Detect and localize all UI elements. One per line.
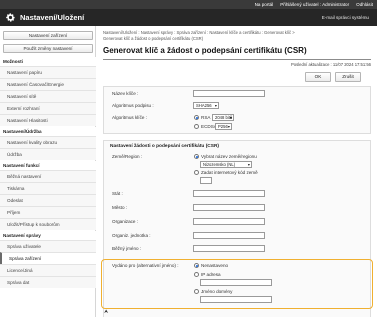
ecdsa-curve-select[interactable]: P256 xyxy=(215,123,232,130)
sidebar-item-common[interactable]: Běžná nastavení xyxy=(0,170,96,182)
signature-alg-select[interactable]: SHA256 xyxy=(193,102,219,109)
app-title: Nastavení/Uložení xyxy=(20,13,85,22)
common-name-label: Běžný jméno : xyxy=(112,246,142,251)
rsa-label: RSA xyxy=(201,115,211,120)
sidebar-item-license[interactable]: Licence/Jiná xyxy=(0,264,96,276)
sidebar-item-external-interface[interactable]: Externí rozhraní xyxy=(0,102,96,114)
sidebar-item-store-access[interactable]: Uložit/Přístup k souborům xyxy=(0,218,96,230)
logout-link[interactable]: Odhlásit xyxy=(356,2,373,7)
gear-icon xyxy=(6,13,15,22)
scroll-top-icon[interactable]: ⮝ xyxy=(104,309,108,315)
last-update: Poslední aktualizace : 11/07 2024 17:51:… xyxy=(290,62,371,67)
city-input[interactable] xyxy=(193,204,265,211)
internet-code-input[interactable] xyxy=(200,177,212,184)
common-name-input[interactable] xyxy=(193,245,265,252)
sidebar-item-user-management[interactable]: Správa uživatele xyxy=(0,240,96,252)
logged-user: Přihlášený uživatel : Administrator xyxy=(280,2,350,7)
country-select[interactable]: Nizozemsko (NL) xyxy=(200,161,252,168)
sidebar-item-network[interactable]: Nastavení sítě xyxy=(0,90,96,102)
sidebar-item-image-quality[interactable]: Nastavení kvality obrazu xyxy=(0,136,96,148)
sidebar-item-printer[interactable]: Tiskárna xyxy=(0,182,96,194)
main-content: Nastavení/Uložení : Nastavení správy : S… xyxy=(97,26,377,317)
state-label: Stát : xyxy=(112,191,123,196)
title-bar: Nastavení/Uložení E-mail správci systému xyxy=(0,9,377,26)
sidebar-item-paper[interactable]: Nastavení papíru xyxy=(0,66,96,78)
internet-code-label: Zadat internetový kód země xyxy=(201,170,258,175)
ecdsa-radio[interactable] xyxy=(194,124,199,129)
sidebar-item-receive[interactable]: Příjem xyxy=(0,206,96,218)
device-settings-button[interactable]: Nastavení zařízení xyxy=(3,31,93,40)
organization-label: Organizace : xyxy=(112,219,139,224)
country-label: Země/Region : xyxy=(112,154,143,159)
sidebar-item-timer-energy[interactable]: Nastavení Časovač/Energie xyxy=(0,78,96,90)
key-settings-panel: Název klíče : Algoritmus podpisu : SHA25… xyxy=(103,86,371,134)
apply-changes-button[interactable]: Použít změny nastavení xyxy=(3,44,93,53)
key-name-label: Název klíče : xyxy=(112,91,139,96)
breadcrumb: Nastavení/Uložení : Nastavení správy : S… xyxy=(103,30,295,35)
title-divider xyxy=(103,59,371,60)
signature-alg-label: Algoritmus podpisu : xyxy=(112,103,154,108)
select-country-radio[interactable] xyxy=(194,154,199,159)
rsa-radio[interactable] xyxy=(194,115,199,120)
city-label: Město : xyxy=(112,205,128,210)
key-alg-label: Algoritmus klíče : xyxy=(112,115,147,120)
sidebar-item-send[interactable]: Odeslat xyxy=(0,194,96,206)
sidebar-item-data-management[interactable]: Správa dat xyxy=(0,276,96,288)
email-admin-link[interactable]: E-mail správci systému xyxy=(322,15,369,20)
org-unit-label: Organiz. jednotka : xyxy=(112,233,151,238)
sidebar-item-maintenance[interactable]: Údržba xyxy=(0,148,96,160)
sidebar-section-maintenance: Nastavení/Údržba xyxy=(0,127,96,136)
cancel-button[interactable]: Zrušit xyxy=(335,72,361,82)
portal-link[interactable]: Na portál xyxy=(255,2,274,7)
sidebar-section-options: Možnosti xyxy=(0,57,96,66)
sidebar-item-device-management[interactable]: Správa zařízení xyxy=(0,252,96,264)
csr-section-title: Nastavení žádosti o podepsání certifikát… xyxy=(110,144,220,149)
internet-code-radio[interactable] xyxy=(194,170,199,175)
breadcrumb-current: Generovat klíč a žádost o podepsání cert… xyxy=(103,36,204,41)
select-country-label: Vybrat název země/regionu xyxy=(201,154,257,159)
san-highlight-frame xyxy=(101,259,373,309)
sidebar-section-functions: Nastavení funkcí xyxy=(0,161,96,170)
top-bar: Na portál Přihlášený uživatel : Administ… xyxy=(0,0,377,9)
ok-button[interactable]: OK xyxy=(305,72,331,82)
sidebar: Nastavení zařízení Použít změny nastaven… xyxy=(0,26,96,317)
page-title: Generovat klíč a žádost o podepsání cert… xyxy=(103,46,307,55)
org-unit-input[interactable] xyxy=(193,232,265,239)
key-name-input[interactable] xyxy=(193,90,265,97)
sidebar-section-management: Nastavení správy xyxy=(0,231,96,240)
organization-input[interactable] xyxy=(193,218,265,225)
rsa-size-select[interactable]: 2048 bitů xyxy=(212,114,234,121)
sidebar-item-volume[interactable]: Nastavení Hlasitosti xyxy=(0,114,96,126)
state-input[interactable] xyxy=(193,190,265,197)
